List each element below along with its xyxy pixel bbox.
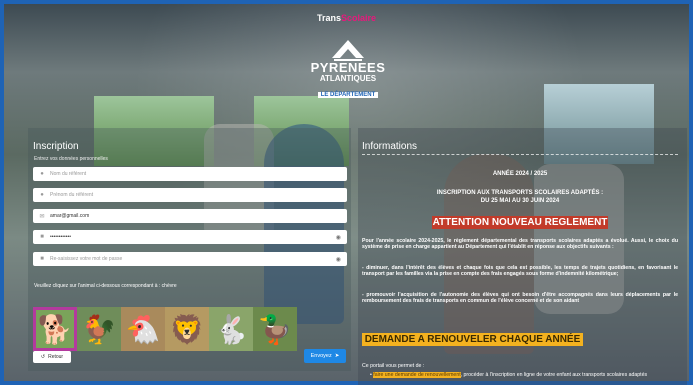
lock-icon: ■ — [40, 234, 44, 240]
eye-icon[interactable]: ◉ — [336, 256, 341, 263]
back-label: Retour — [48, 354, 64, 360]
renew-banner: DEMANDE A RENOUVELER CHAQUE ANNÉE — [362, 333, 583, 346]
registration-line2: DU 25 MAI AU 30 JUIN 2024 — [480, 198, 560, 204]
field-placeholder: Re-saisissez votre mot de passe — [50, 256, 123, 262]
school-year: ANNÉE 2024 / 2025 — [492, 171, 548, 177]
animal-rooster-option[interactable]: 🐓 — [77, 307, 121, 351]
portal-highlight[interactable]: faire une demande de renouvellement — [373, 372, 461, 378]
back-arrow-icon: ↺ — [40, 354, 46, 360]
inscription-subtitle: Entrez vos données personnelles — [34, 156, 108, 162]
lock-icon: ■ — [40, 256, 44, 262]
info-paragraph: Pour l'année scolaire 2024-2025, le règl… — [362, 238, 678, 251]
animal-lion-option[interactable]: 🦁 — [165, 307, 209, 351]
portal-intro: Ce portail vous permet de : — [362, 363, 425, 369]
user-icon: ● — [40, 171, 44, 177]
brand-title: TransScolaire — [0, 13, 693, 23]
captcha-hint: Veuillez cliquez sur l'animal ci-dessous… — [34, 283, 177, 289]
animal-dog-option[interactable]: 🐕 — [33, 307, 77, 351]
informations-panel — [358, 128, 687, 385]
divider — [362, 154, 678, 155]
portal-item: • faire une demande de renouvellement, p… — [370, 372, 678, 378]
brand-part2: Scolaire — [340, 13, 377, 23]
logo-line1: PYRENEES — [310, 60, 386, 75]
attention-banner: ATTENTION NOUVEAU REGLEMENT — [432, 216, 608, 229]
informations-title: Informations — [362, 141, 418, 152]
department-logo: PYRENEES ATLANTIQUES LE DÉPARTEMENT — [306, 38, 390, 101]
animal-rabbit-option[interactable]: 🐇 — [209, 307, 253, 351]
animal-duck-option[interactable]: 🦆 — [253, 307, 297, 351]
field-value: amar@gmail.com — [50, 213, 90, 219]
send-icon: ➤ — [334, 353, 340, 359]
field-placeholder: Nom du référent — [50, 171, 87, 177]
password-field[interactable]: ■ •••••••••••• ◉ — [33, 230, 347, 244]
back-button[interactable]: ↺ Retour — [33, 351, 71, 363]
mountain-logo-icon — [332, 40, 364, 61]
referent-lastname-field[interactable]: ● Nom du référent — [33, 167, 347, 181]
password-confirm-field[interactable]: ■ Re-saisissez votre mot de passe ◉ — [33, 252, 347, 266]
submit-label: Envoyez — [310, 353, 332, 359]
top-bar: TransScolaire — [0, 0, 693, 28]
logo-line2: ATLANTIQUES — [319, 74, 377, 83]
referent-firstname-field[interactable]: ● Prénom du référent — [33, 188, 347, 202]
user-icon: ● — [40, 192, 44, 198]
field-value: •••••••••••• — [50, 234, 72, 240]
info-bullet1: - diminuer, dans l'intérêt des élèves et… — [362, 265, 678, 278]
eye-icon[interactable]: ◉ — [336, 234, 341, 241]
email-field[interactable]: ✉ amar@gmail.com — [33, 209, 347, 223]
submit-button[interactable]: Envoyez ➤ — [304, 349, 346, 363]
brand-part1: Trans — [316, 13, 341, 23]
inscription-title: Inscription — [33, 141, 79, 152]
animal-captcha: 🐕 🐓 🐔 🦁 🐇 🦆 — [33, 307, 297, 351]
info-bullet2: - promouvoir l'acquisition de l'autonomi… — [362, 292, 678, 305]
email-icon: ✉ — [39, 213, 45, 220]
animal-hen-option[interactable]: 🐔 — [121, 307, 165, 351]
registration-line1: INSCRIPTION AUX TRANSPORTS SCOLAIRES ADA… — [436, 190, 604, 196]
logo-line3: LE DÉPARTEMENT — [317, 92, 379, 98]
portal-rest: , procéder à l'inscription en ligne de v… — [460, 372, 648, 378]
field-placeholder: Prénom du référent — [50, 192, 94, 198]
